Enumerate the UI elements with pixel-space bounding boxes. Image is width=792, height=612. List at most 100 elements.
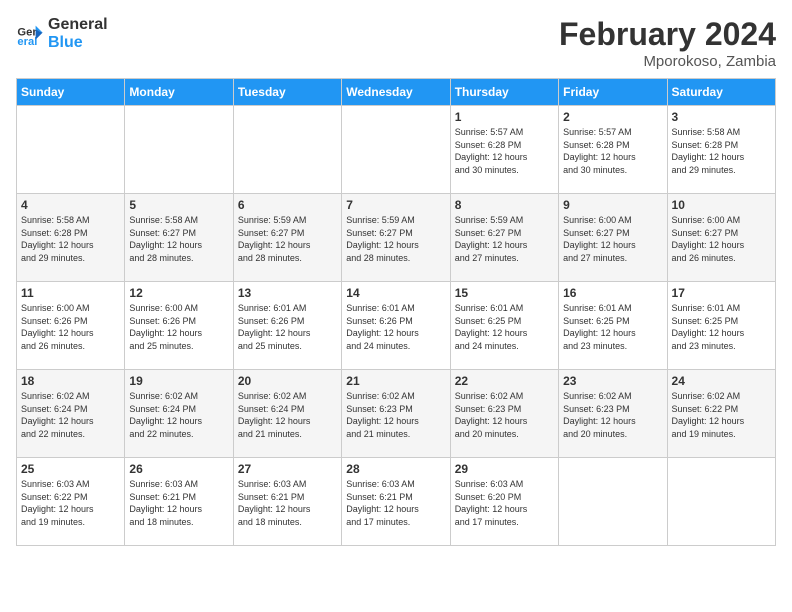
calendar-cell: 22 Sunrise: 6:02 AM Sunset: 6:23 PM Dayli… [450,370,558,458]
calendar-cell: 7Sunrise: 5:59 AM Sunset: 6:27 PM Daylig… [342,194,450,282]
day-number: 8 [455,198,554,212]
day-content: Sunrise: 6:00 AM Sunset: 6:27 PM Dayligh… [672,214,771,264]
calendar-cell: 18 Sunrise: 6:02 AM Sunset: 6:24 PM Dayli… [17,370,125,458]
calendar-header-wednesday: Wednesday [342,79,450,106]
day-number: 11 [21,286,120,300]
day-number: 17 [672,286,771,300]
calendar-cell: 28 Sunrise: 6:03 AM Sunset: 6:21 PM Dayli… [342,458,450,546]
calendar-cell: 24Sunrise: 6:02 AM Sunset: 6:22 PM Dayli… [667,370,775,458]
calendar-cell: 8Sunrise: 5:59 AM Sunset: 6:27 PM Daylig… [450,194,558,282]
day-content: Sunrise: 6:00 AM Sunset: 6:26 PM Dayligh… [129,302,228,352]
logo: Gen eral General Blue [16,16,108,51]
calendar-header-monday: Monday [125,79,233,106]
calendar-cell: 5 Sunrise: 5:58 AM Sunset: 6:27 PM Daylig… [125,194,233,282]
day-number: 23 [563,374,662,388]
day-content: Sunrise: 6:01 AM Sunset: 6:26 PM Dayligh… [346,302,445,352]
day-number: 20 [238,374,337,388]
day-number: 29 [455,462,554,476]
day-number: 28 [346,462,445,476]
day-content: Sunrise: 5:58 AM Sunset: 6:27 PM Dayligh… [129,214,228,264]
calendar-cell: 3Sunrise: 5:58 AM Sunset: 6:28 PM Daylig… [667,106,775,194]
calendar-cell: 14 Sunrise: 6:01 AM Sunset: 6:26 PM Dayli… [342,282,450,370]
calendar-cell: 1 Sunrise: 5:57 AM Sunset: 6:28 PM Daylig… [450,106,558,194]
day-number: 18 [21,374,120,388]
day-content: Sunrise: 5:57 AM Sunset: 6:28 PM Dayligh… [563,126,662,176]
calendar-cell: 10 Sunrise: 6:00 AM Sunset: 6:27 PM Dayli… [667,194,775,282]
day-content: Sunrise: 5:58 AM Sunset: 6:28 PM Dayligh… [21,214,120,264]
calendar-header-sunday: Sunday [17,79,125,106]
day-number: 14 [346,286,445,300]
day-content: Sunrise: 6:03 AM Sunset: 6:21 PM Dayligh… [346,478,445,528]
day-number: 27 [238,462,337,476]
calendar-header-thursday: Thursday [450,79,558,106]
calendar-cell: 19Sunrise: 6:02 AM Sunset: 6:24 PM Dayli… [125,370,233,458]
day-content: Sunrise: 5:57 AM Sunset: 6:28 PM Dayligh… [455,126,554,176]
calendar-cell: 16 Sunrise: 6:01 AM Sunset: 6:25 PM Dayli… [559,282,667,370]
calendar-cell: 17 Sunrise: 6:01 AM Sunset: 6:25 PM Dayli… [667,282,775,370]
day-number: 1 [455,110,554,124]
logo-text-general: General [48,16,108,34]
calendar-cell: 6 Sunrise: 5:59 AM Sunset: 6:27 PM Daylig… [233,194,341,282]
calendar-cell: 21 Sunrise: 6:02 AM Sunset: 6:23 PM Dayli… [342,370,450,458]
day-content: Sunrise: 6:01 AM Sunset: 6:25 PM Dayligh… [672,302,771,352]
calendar-cell [17,106,125,194]
day-number: 10 [672,198,771,212]
calendar-cell: 23 Sunrise: 6:02 AM Sunset: 6:23 PM Dayli… [559,370,667,458]
day-content: Sunrise: 6:01 AM Sunset: 6:25 PM Dayligh… [455,302,554,352]
day-content: Sunrise: 6:02 AM Sunset: 6:23 PM Dayligh… [346,390,445,440]
calendar-body: 1 Sunrise: 5:57 AM Sunset: 6:28 PM Daylig… [17,106,776,546]
day-content: Sunrise: 5:58 AM Sunset: 6:28 PM Dayligh… [672,126,771,176]
day-content: Sunrise: 6:03 AM Sunset: 6:20 PM Dayligh… [455,478,554,528]
day-content: Sunrise: 6:03 AM Sunset: 6:21 PM Dayligh… [238,478,337,528]
calendar-cell: 25 Sunrise: 6:03 AM Sunset: 6:22 PM Dayli… [17,458,125,546]
day-number: 26 [129,462,228,476]
day-content: Sunrise: 6:01 AM Sunset: 6:25 PM Dayligh… [563,302,662,352]
day-number: 13 [238,286,337,300]
calendar-header-saturday: Saturday [667,79,775,106]
logo-text-blue: Blue [48,34,108,52]
day-content: Sunrise: 6:02 AM Sunset: 6:24 PM Dayligh… [21,390,120,440]
day-content: Sunrise: 6:00 AM Sunset: 6:26 PM Dayligh… [21,302,120,352]
day-content: Sunrise: 6:02 AM Sunset: 6:23 PM Dayligh… [455,390,554,440]
day-number: 9 [563,198,662,212]
calendar-cell: 4Sunrise: 5:58 AM Sunset: 6:28 PM Daylig… [17,194,125,282]
location-title: Mporokoso, Zambia [559,53,776,70]
calendar-cell: 29 Sunrise: 6:03 AM Sunset: 6:20 PM Dayli… [450,458,558,546]
calendar-week-1: 1 Sunrise: 5:57 AM Sunset: 6:28 PM Daylig… [17,106,776,194]
calendar-cell: 27 Sunrise: 6:03 AM Sunset: 6:21 PM Dayli… [233,458,341,546]
calendar-cell: 15 Sunrise: 6:01 AM Sunset: 6:25 PM Dayli… [450,282,558,370]
day-number: 25 [21,462,120,476]
calendar-header-friday: Friday [559,79,667,106]
day-content: Sunrise: 5:59 AM Sunset: 6:27 PM Dayligh… [238,214,337,264]
calendar-cell [233,106,341,194]
day-number: 12 [129,286,228,300]
day-content: Sunrise: 6:03 AM Sunset: 6:21 PM Dayligh… [129,478,228,528]
day-content: Sunrise: 6:03 AM Sunset: 6:22 PM Dayligh… [21,478,120,528]
calendar-cell: 11 Sunrise: 6:00 AM Sunset: 6:26 PM Dayli… [17,282,125,370]
calendar-cell [667,458,775,546]
calendar-cell: 2Sunrise: 5:57 AM Sunset: 6:28 PM Daylig… [559,106,667,194]
title-block: February 2024 Mporokoso, Zambia [559,16,776,70]
day-number: 21 [346,374,445,388]
month-year-title: February 2024 [559,16,776,53]
calendar-week-4: 18 Sunrise: 6:02 AM Sunset: 6:24 PM Dayli… [17,370,776,458]
calendar-cell [559,458,667,546]
day-number: 6 [238,198,337,212]
day-content: Sunrise: 6:02 AM Sunset: 6:24 PM Dayligh… [238,390,337,440]
day-number: 16 [563,286,662,300]
svg-text:eral: eral [17,36,37,48]
calendar-week-5: 25 Sunrise: 6:03 AM Sunset: 6:22 PM Dayli… [17,458,776,546]
calendar-cell: 26 Sunrise: 6:03 AM Sunset: 6:21 PM Dayli… [125,458,233,546]
calendar-cell: 13Sunrise: 6:01 AM Sunset: 6:26 PM Dayli… [233,282,341,370]
calendar-cell: 12 Sunrise: 6:00 AM Sunset: 6:26 PM Dayli… [125,282,233,370]
day-content: Sunrise: 6:02 AM Sunset: 6:23 PM Dayligh… [563,390,662,440]
calendar-header-tuesday: Tuesday [233,79,341,106]
calendar-cell: 9Sunrise: 6:00 AM Sunset: 6:27 PM Daylig… [559,194,667,282]
day-number: 15 [455,286,554,300]
day-content: Sunrise: 6:02 AM Sunset: 6:22 PM Dayligh… [672,390,771,440]
day-number: 22 [455,374,554,388]
calendar-cell [342,106,450,194]
calendar-week-3: 11 Sunrise: 6:00 AM Sunset: 6:26 PM Dayli… [17,282,776,370]
day-number: 5 [129,198,228,212]
day-content: Sunrise: 5:59 AM Sunset: 6:27 PM Dayligh… [346,214,445,264]
